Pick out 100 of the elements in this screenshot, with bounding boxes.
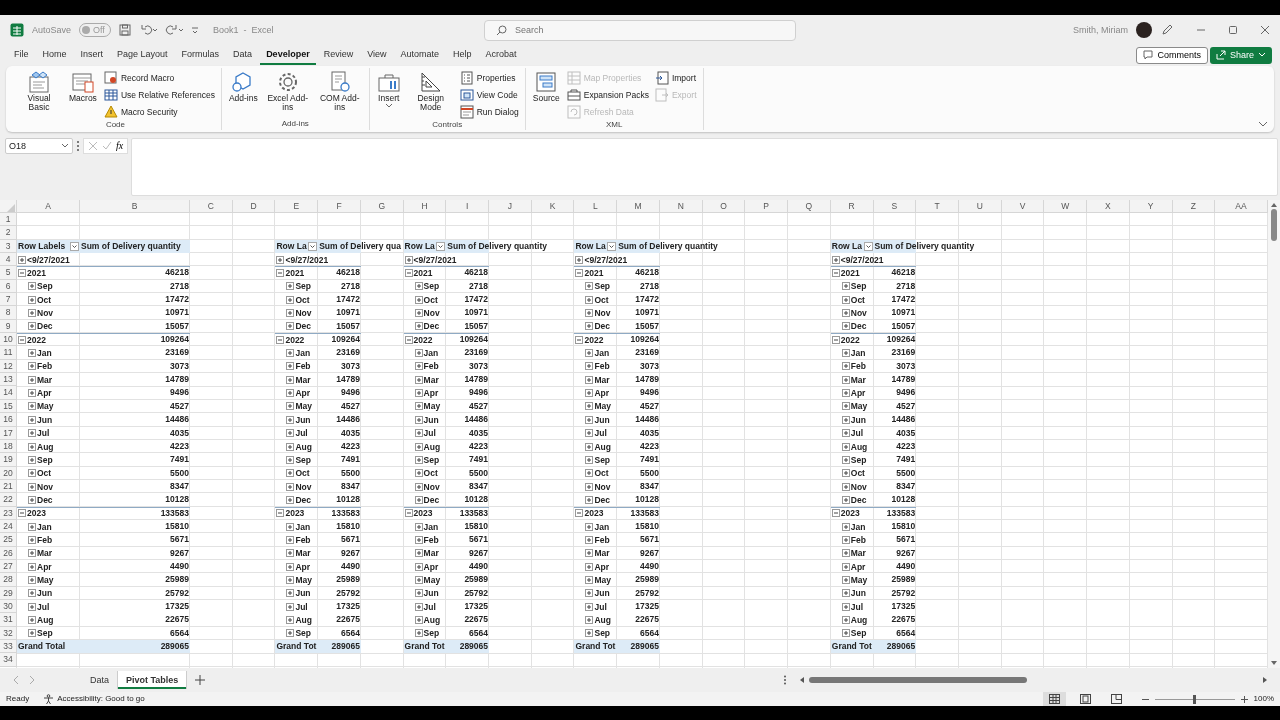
- expand-icon[interactable]: [585, 442, 594, 451]
- expand-icon[interactable]: [585, 469, 594, 478]
- expand-icon[interactable]: [841, 375, 850, 384]
- ribbon-button[interactable]: View Code: [457, 87, 521, 103]
- expand-icon[interactable]: [585, 415, 594, 424]
- ribbon-tab[interactable]: Insert: [74, 46, 110, 65]
- view-button[interactable]: [1042, 692, 1066, 706]
- expand-icon[interactable]: [841, 322, 850, 331]
- scroll-right-icon[interactable]: [1262, 676, 1268, 684]
- row-header[interactable]: 28: [0, 573, 17, 587]
- expand-icon[interactable]: [585, 309, 594, 318]
- expand-icon[interactable]: [585, 295, 594, 304]
- row-header[interactable]: 34: [0, 653, 17, 667]
- ribbon-button[interactable]: Design Mode: [405, 68, 456, 120]
- more-icon[interactable]: [76, 140, 80, 152]
- scrollbar-thumb[interactable]: [809, 677, 1027, 683]
- ribbon-tab[interactable]: Acrobat: [479, 46, 523, 65]
- expand-icon[interactable]: [28, 495, 36, 504]
- expand-icon[interactable]: [286, 295, 295, 304]
- customize-icon[interactable]: [190, 25, 199, 35]
- filter-dropdown-button[interactable]: [70, 241, 79, 251]
- expand-icon[interactable]: [28, 455, 36, 464]
- filter-dropdown-button[interactable]: [863, 241, 873, 251]
- expand-icon[interactable]: [286, 322, 295, 331]
- spreadsheet-logo-icon[interactable]: [10, 23, 24, 37]
- zoom-in-icon[interactable]: [1240, 695, 1248, 703]
- expand-icon[interactable]: [286, 589, 295, 598]
- expand-icon[interactable]: [585, 522, 594, 531]
- expand-icon[interactable]: [831, 255, 840, 264]
- expand-icon[interactable]: [28, 415, 36, 424]
- expand-icon[interactable]: [286, 522, 295, 531]
- redo-icon[interactable]: [164, 24, 183, 36]
- column-header[interactable]: Z: [1172, 200, 1216, 213]
- row-header[interactable]: 11: [0, 346, 17, 360]
- ribbon-button[interactable]: Insert: [373, 68, 404, 120]
- expand-icon[interactable]: [28, 469, 36, 478]
- expand-icon[interactable]: [585, 389, 594, 398]
- collapse-icon[interactable]: [404, 269, 413, 278]
- save-icon[interactable]: [118, 24, 131, 36]
- search-field[interactable]: Search: [484, 19, 796, 41]
- ribbon-tab[interactable]: View: [361, 46, 393, 65]
- expand-icon[interactable]: [585, 322, 594, 331]
- expand-icon[interactable]: [414, 309, 423, 318]
- column-header[interactable]: P: [745, 200, 789, 213]
- scroll-down-icon[interactable]: [1270, 660, 1278, 666]
- expand-icon[interactable]: [28, 522, 36, 531]
- expand-icon[interactable]: [286, 415, 295, 424]
- expand-icon[interactable]: [286, 389, 295, 398]
- column-header[interactable]: L: [574, 200, 618, 213]
- ribbon-tab[interactable]: Home: [36, 46, 73, 65]
- expand-icon[interactable]: [28, 362, 36, 371]
- ribbon-button[interactable]: Excel Add-ins: [262, 68, 313, 119]
- expand-icon[interactable]: [585, 495, 594, 504]
- collapse-icon[interactable]: [18, 269, 26, 278]
- expand-icon[interactable]: [585, 282, 594, 291]
- expand-icon[interactable]: [841, 589, 850, 598]
- column-header[interactable]: J: [489, 200, 532, 213]
- expand-icon[interactable]: [414, 322, 423, 331]
- row-header[interactable]: 10: [0, 333, 17, 347]
- expand-icon[interactable]: [841, 362, 850, 371]
- ribbon-button[interactable]: Source: [529, 68, 563, 120]
- row-header[interactable]: 2: [0, 226, 17, 240]
- expand-icon[interactable]: [286, 482, 295, 491]
- row-header[interactable]: 4: [0, 253, 17, 267]
- expand-icon[interactable]: [28, 389, 36, 398]
- expand-icon[interactable]: [585, 616, 594, 624]
- column-header[interactable]: O: [702, 200, 746, 213]
- expand-icon[interactable]: [585, 602, 594, 611]
- expand-icon[interactable]: [414, 549, 423, 558]
- column-header[interactable]: R: [830, 200, 874, 213]
- ribbon-button[interactable]: Run Dialog: [457, 104, 521, 120]
- expand-icon[interactable]: [286, 375, 295, 384]
- expand-icon[interactable]: [286, 455, 295, 464]
- expand-icon[interactable]: [414, 295, 423, 304]
- expand-icon[interactable]: [28, 589, 36, 598]
- collapse-icon[interactable]: [18, 509, 26, 518]
- expand-icon[interactable]: [286, 602, 295, 611]
- row-header[interactable]: 14: [0, 386, 17, 400]
- column-header[interactable]: F: [318, 200, 361, 213]
- expand-icon[interactable]: [841, 549, 850, 558]
- column-header[interactable]: T: [916, 200, 959, 213]
- expand-icon[interactable]: [414, 442, 423, 451]
- expand-icon[interactable]: [585, 375, 594, 384]
- scrollbar-thumb[interactable]: [1271, 209, 1277, 241]
- collapse-icon[interactable]: [575, 509, 584, 518]
- expand-icon[interactable]: [414, 469, 423, 478]
- ribbon-button[interactable]: Record Macro: [101, 70, 217, 86]
- expand-icon[interactable]: [28, 442, 36, 451]
- expand-icon[interactable]: [585, 362, 594, 371]
- expand-icon[interactable]: [414, 535, 423, 544]
- expand-icon[interactable]: [841, 309, 850, 318]
- ribbon-tab[interactable]: Developer: [260, 46, 316, 65]
- column-header[interactable]: W: [1044, 200, 1088, 213]
- expand-icon[interactable]: [585, 629, 594, 638]
- expand-icon[interactable]: [286, 562, 295, 571]
- expand-icon[interactable]: [841, 469, 850, 478]
- collapse-icon[interactable]: [575, 335, 584, 344]
- ribbon-button[interactable]: Add-ins: [225, 68, 261, 119]
- ribbon-tab[interactable]: Review: [317, 46, 360, 65]
- expand-icon[interactable]: [414, 562, 423, 571]
